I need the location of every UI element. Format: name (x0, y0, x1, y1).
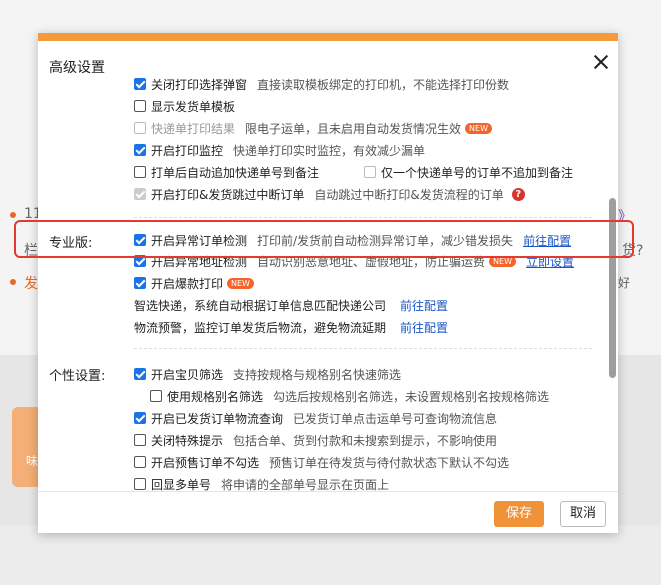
dialog-header: 高级设置 (38, 41, 618, 76)
checkbox[interactable] (134, 78, 146, 90)
dialog-body[interactable]: 关闭打印选择弹窗 直接读取模板绑定的打印机，不能选择打印份数 显示发货单模板 快… (38, 75, 618, 491)
checkbox[interactable] (134, 100, 146, 112)
option-item-filter[interactable]: 开启宝贝筛选 支持按规格与规格别名快速筛选 (134, 365, 401, 383)
cancel-button[interactable]: 取消 (560, 501, 606, 527)
new-badge: NEW (465, 122, 492, 134)
help-icon[interactable]: ? (511, 187, 525, 201)
option-close-print-popup[interactable]: 关闭打印选择弹窗 直接读取模板绑定的打印机，不能选择打印份数 (134, 75, 509, 93)
option-show-invoice-template[interactable]: 显示发货单模板 (134, 97, 235, 115)
dialog-title: 高级设置 (49, 60, 105, 76)
checkbox[interactable] (134, 122, 146, 134)
option-hot-item-print[interactable]: 开启爆款打印 NEW (134, 274, 254, 292)
option-single-tracking-no-append[interactable]: 仅一个快递单号的订单不追加到备注 (364, 163, 573, 181)
checkbox[interactable] (364, 166, 376, 178)
checkbox[interactable] (150, 390, 162, 402)
option-close-special-tips[interactable]: 关闭特殊提示 包括合单、货到付款和未搜索到提示，不影响使用 (134, 431, 497, 449)
option-print-monitor[interactable]: 开启打印监控 快递单打印实时监控，有效减少漏单 (134, 141, 425, 159)
new-badge: NEW (227, 277, 254, 289)
checkbox[interactable] (134, 456, 146, 468)
option-express-print-result[interactable]: 快递单打印结果 限电子运单，且未启用自动发货情况生效 NEW (134, 119, 492, 137)
checkbox[interactable] (134, 412, 146, 424)
option-skip-interrupted-orders[interactable]: 开启打印&发货跳过中断订单 自动跳过中断打印&发货流程的订单 ? (134, 185, 525, 203)
configure-link[interactable]: 前往配置 (400, 297, 448, 314)
option-spec-alias-filter[interactable]: 使用规格别名筛选 勾选后按规格别名筛选，未设置规格别名按规格筛选 (150, 387, 549, 405)
checkbox[interactable] (134, 368, 146, 380)
checkbox[interactable] (134, 166, 146, 178)
checkbox[interactable] (134, 144, 146, 156)
background-bottom (0, 525, 661, 585)
background-text: 发 (24, 276, 38, 292)
save-button[interactable]: 保存 (494, 501, 544, 527)
checkbox[interactable] (134, 277, 146, 289)
checkbox[interactable] (134, 434, 146, 446)
background-bullet (10, 279, 16, 285)
smart-express-text: 智选快递，系统自动根据订单信息匹配快递公司 前往配置 (134, 297, 449, 314)
dialog-footer: 保存 取消 (38, 491, 618, 533)
option-shipped-logistics-query[interactable]: 开启已发货订单物流查询 已发货订单点击运单号可查询物流信息 (134, 409, 497, 427)
section-label-personal: 个性设置: (49, 369, 106, 384)
close-icon[interactable] (592, 53, 610, 71)
option-presale-unchecked[interactable]: 开启预售订单不勾选 预售订单在待发货与待付款状态下默认不勾选 (134, 453, 509, 471)
option-append-tracking-to-note[interactable]: 打单后自动追加快递单号到备注 (134, 163, 319, 181)
background-bullet (10, 212, 16, 218)
background-card-text: 味 (26, 454, 39, 468)
checkbox[interactable] (134, 188, 146, 200)
section-divider (134, 348, 592, 349)
section-divider (134, 217, 592, 218)
logistics-warning-text: 物流预警，监控订单发货后物流，避免物流延期 前往配置 (134, 319, 449, 336)
dialog-top-bar (38, 33, 618, 41)
background-text: 好 (618, 276, 631, 290)
checkbox[interactable] (134, 478, 146, 490)
highlight-annotation (14, 220, 634, 258)
option-show-multi-tracking[interactable]: 回显多单号 将申请的全部单号显示在页面上 (134, 475, 389, 491)
advanced-settings-dialog: 高级设置 关闭打印选择弹窗 直接读取模板绑定的打印机，不能选择打印份数 显示发货… (38, 33, 618, 533)
configure-link[interactable]: 前往配置 (400, 319, 448, 336)
